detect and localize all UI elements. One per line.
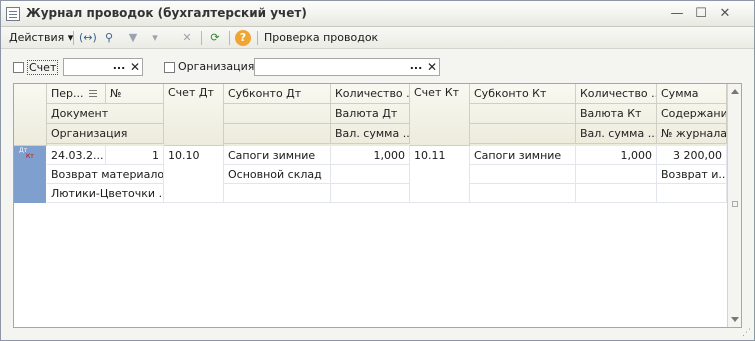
scroll-thumb[interactable] <box>732 201 738 207</box>
cell-subconto-kt[interactable]: Сапоги зимние <box>470 146 576 165</box>
toolbar: Действия ▾ (↔) ⚲ ▼ ▾ ✕ ⟳ ? Проверка пров… <box>1 27 754 49</box>
filter-bar: Счет ... ✕ Организация: ... ✕ <box>1 49 754 83</box>
close-icon[interactable]: ✕ <box>715 4 735 24</box>
organization-checkbox[interactable] <box>164 62 175 73</box>
cell-subconto-dt[interactable]: Сапоги зимние <box>224 146 331 165</box>
cell-subconto-kt-3[interactable] <box>470 184 576 203</box>
scroll-down-icon[interactable] <box>731 317 739 322</box>
header-number[interactable]: № <box>106 84 164 104</box>
resize-grip-icon[interactable]: ⋰ <box>742 328 751 338</box>
header-subconto-dt-3 <box>224 124 331 144</box>
cell-organization[interactable]: Лютики-Цветочки ... <box>47 184 164 203</box>
cell-number[interactable]: 1 <box>106 146 164 165</box>
toggle-view-icon[interactable]: (↔) <box>79 30 97 46</box>
row-marker[interactable]: Дт Кт <box>14 146 46 203</box>
table-header: Пер... № Документ Организация Счет Дт Су… <box>14 84 727 146</box>
cell-quantity-kt[interactable]: 1,000 <box>576 146 657 165</box>
entries-table[interactable]: Пер... № Документ Организация Счет Дт Су… <box>13 83 742 328</box>
header-organization[interactable]: Организация <box>47 124 164 144</box>
cell-quantity-dt[interactable]: 1,000 <box>331 146 410 165</box>
filter-by-value-icon[interactable]: ▾ <box>147 30 163 46</box>
minimize-icon[interactable]: — <box>667 4 687 24</box>
journal-window: Журнал проводок (бухгалтерский учет) — ☐… <box>0 0 755 341</box>
cell-currency-kt[interactable] <box>576 165 657 184</box>
title-bar: Журнал проводок (бухгалтерский учет) — ☐… <box>1 1 754 27</box>
organization-clear-icon[interactable]: ✕ <box>425 59 439 75</box>
header-subconto-kt-2 <box>470 104 576 124</box>
header-quantity-kt[interactable]: Количество ... <box>576 84 657 104</box>
cell-currency-dt[interactable] <box>331 165 410 184</box>
cell-document[interactable]: Возврат материало... <box>47 165 164 184</box>
clear-filter-icon[interactable]: ✕ <box>179 30 195 46</box>
header-subconto-kt[interactable]: Субконто Кт <box>470 84 576 104</box>
header-account-kt[interactable]: Счет Кт <box>410 84 470 146</box>
cell-account-kt[interactable]: 10.11 <box>410 146 470 203</box>
header-currency-sum-kt[interactable]: Вал. сумма ... <box>576 124 657 144</box>
header-subconto-kt-3 <box>470 124 576 144</box>
credit-icon: Кт <box>26 153 34 160</box>
header-sum[interactable]: Сумма <box>657 84 727 104</box>
scroll-up-icon[interactable] <box>731 89 739 94</box>
check-entries-button[interactable]: Проверка проводок <box>264 29 378 47</box>
header-quantity-dt[interactable]: Количество ... <box>331 84 410 104</box>
cell-period[interactable]: 24.03.2... <box>47 146 106 165</box>
window-title: Журнал проводок (бухгалтерский учет) <box>26 6 307 20</box>
header-content[interactable]: Содержание <box>657 104 727 124</box>
account-select-button[interactable]: ... <box>111 59 127 75</box>
filter-settings-icon[interactable]: ⚲ <box>101 30 117 46</box>
actions-menu[interactable]: Действия ▾ <box>9 29 73 47</box>
cell-content[interactable]: Возврат и... <box>657 165 727 184</box>
header-document[interactable]: Документ <box>47 104 164 124</box>
cell-sum[interactable]: 3 200,00 <box>657 146 727 165</box>
header-subconto-dt-2 <box>224 104 331 124</box>
cell-currency-sum-dt[interactable] <box>331 184 410 203</box>
header-account-dt[interactable]: Счет Дт <box>164 84 224 146</box>
filter-icon[interactable]: ▼ <box>125 30 141 46</box>
account-clear-icon[interactable]: ✕ <box>128 59 142 75</box>
document-icon <box>6 7 20 21</box>
cell-journal-number[interactable] <box>657 184 727 203</box>
header-period[interactable]: Пер... <box>47 84 106 104</box>
refresh-icon[interactable]: ⟳ <box>207 30 223 46</box>
header-currency-kt[interactable]: Валюта Кт <box>576 104 657 124</box>
cell-subconto-kt-2[interactable] <box>470 165 576 184</box>
cell-account-dt[interactable]: 10.10 <box>164 146 224 203</box>
cell-subconto-dt-3[interactable] <box>224 184 331 203</box>
header-subconto-dt[interactable]: Субконто Дт <box>224 84 331 104</box>
header-icon-column <box>14 84 47 146</box>
account-label: Счет <box>27 60 59 75</box>
header-journal-number[interactable]: № журнала <box>657 124 727 144</box>
header-currency-sum-dt[interactable]: Вал. сумма ... <box>331 124 410 144</box>
sort-icon <box>89 90 97 91</box>
account-checkbox[interactable] <box>13 62 24 73</box>
vertical-scrollbar[interactable] <box>727 84 741 327</box>
organization-select-button[interactable]: ... <box>408 59 424 75</box>
help-icon[interactable]: ? <box>235 30 251 46</box>
organization-label: Организация: <box>178 60 259 73</box>
header-currency-dt[interactable]: Валюта Дт <box>331 104 410 124</box>
cell-currency-sum-kt[interactable] <box>576 184 657 203</box>
cell-subconto-dt-2[interactable]: Основной склад <box>224 165 331 184</box>
restore-icon[interactable]: ☐ <box>691 4 711 24</box>
